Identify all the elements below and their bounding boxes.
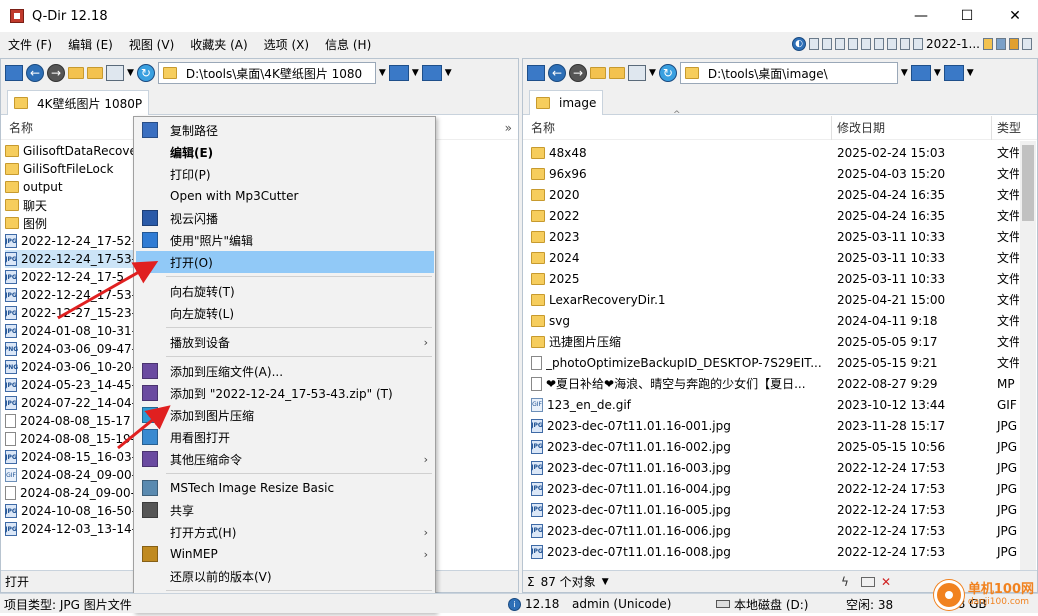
red-arrow-compress [117, 405, 171, 450]
watermark-text: 单机100网 [967, 582, 1034, 597]
annotation-arrows [57, 261, 171, 450]
status-version: i 12.18 [508, 594, 559, 614]
disk-icon [716, 600, 730, 608]
status-disk: 本地磁盘 (D:) [716, 594, 808, 614]
status-user: admin (Unicode) [572, 597, 672, 611]
disk-text: 本地磁盘 (D:) [734, 597, 809, 612]
status-bar: 项目类型: JPG 图片文件 i 12.18 admin (Unicode) 本… [0, 593, 1038, 613]
red-arrow-open [57, 261, 159, 320]
qdir-window: Q-Dir 12.18 — ☐ ✕ 文件 (F) 编辑 (E) 视图 (V) 收藏夹 … [0, 0, 1038, 613]
watermark: 单机100网 danji100.com [933, 577, 1034, 613]
version-icon: i [508, 597, 521, 611]
watermark-sub: danji100.com [967, 597, 1030, 607]
watermark-logo [933, 580, 964, 610]
status-item-type: 项目类型: JPG 图片文件 [4, 597, 132, 612]
status-free: 空闲: 38 [846, 597, 894, 612]
version-text: 12.18 [525, 597, 560, 611]
